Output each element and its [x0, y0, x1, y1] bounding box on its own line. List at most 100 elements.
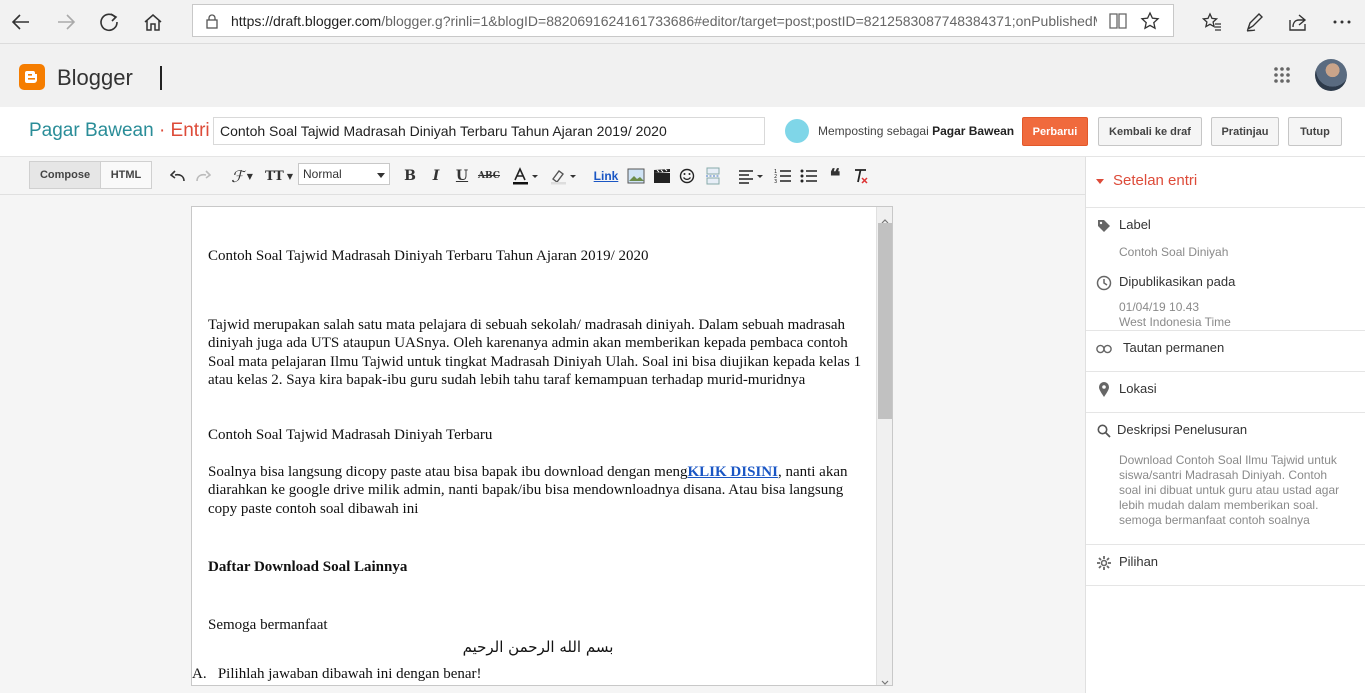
post-title-bar: Pagar Bawean · Entri Memposting sebagai … — [0, 107, 1365, 157]
svg-text:3: 3 — [774, 179, 777, 184]
user-avatar[interactable] — [1315, 59, 1347, 91]
share-icon[interactable] — [1284, 8, 1312, 36]
strikethrough-icon[interactable]: ABC — [478, 166, 500, 186]
compose-mode-button[interactable]: Compose — [29, 161, 101, 189]
location-section[interactable]: Lokasi — [1086, 371, 1365, 411]
search-description-section[interactable]: Deskripsi Penelusuran Download Contoh So… — [1086, 412, 1365, 544]
favorite-star-icon[interactable] — [1140, 11, 1160, 36]
forward-icon[interactable] — [52, 8, 80, 36]
download-link[interactable]: KLIK DISINI — [687, 464, 777, 480]
collapse-triangle-icon — [1096, 178, 1104, 184]
text-color-icon[interactable] — [510, 166, 542, 186]
underline-icon[interactable]: U — [454, 166, 470, 186]
insert-jump-break-icon[interactable] — [704, 166, 722, 186]
label-value: Contoh Soal Diniyah — [1119, 245, 1229, 259]
label-section[interactable]: Label Contoh Soal Diniyah — [1086, 207, 1365, 271]
published-date: 01/04/19 10.43 — [1119, 300, 1200, 314]
blog-breadcrumb: Pagar Bawean · Entri — [29, 120, 210, 142]
post-heading-paragraph: Contoh Soal Tajwid Madrasah Diniyah Terb… — [208, 248, 649, 264]
apps-grid-icon[interactable] — [1273, 66, 1291, 89]
paragraph-format-select[interactable]: Normal — [298, 163, 390, 185]
emoji-icon[interactable] — [678, 166, 696, 186]
scroll-down-icon[interactable] — [881, 673, 889, 685]
blog-name-link[interactable]: Pagar Bawean — [29, 120, 154, 141]
instruction-paragraph: A. Pilihlah jawaban dibawah ini dengan b… — [192, 666, 482, 682]
pen-icon[interactable] — [1241, 8, 1269, 36]
insert-link-button[interactable]: Link — [592, 166, 620, 186]
options-section[interactable]: Pilihan — [1086, 544, 1365, 585]
font-size-icon[interactable]: TT ▼ — [263, 166, 295, 186]
link-icon — [1096, 341, 1112, 357]
quote-icon[interactable]: ❝ — [826, 164, 844, 188]
published-section[interactable]: Dipublikasikan pada 01/04/19 10.43 West … — [1086, 265, 1365, 331]
preview-button[interactable]: Pratinjau — [1211, 117, 1279, 146]
home-icon[interactable] — [139, 8, 167, 36]
numbered-list-icon[interactable]: 123 — [774, 166, 792, 186]
poster-avatar-icon — [785, 119, 809, 143]
post-settings-sidebar: Setelan entri Label Contoh Soal Diniyah … — [1085, 157, 1365, 693]
header-divider — [160, 66, 162, 90]
update-button[interactable]: Perbarui — [1022, 117, 1088, 146]
options-title: Pilihan — [1119, 554, 1159, 569]
undo-icon[interactable] — [169, 166, 187, 186]
insert-image-icon[interactable] — [626, 166, 646, 186]
html-mode-button[interactable]: HTML — [100, 161, 152, 189]
search-description-title: Deskripsi Penelusuran — [1117, 422, 1248, 437]
editor-toolbar: Compose HTML ℱ ▼ TT ▼ Normal B I U ABC Lin… — [0, 157, 1085, 195]
intro-paragraph: Tajwid merupakan salah satu mata pelajar… — [208, 317, 862, 389]
redo-icon[interactable] — [194, 166, 212, 186]
lock-icon — [205, 13, 219, 34]
bold-icon[interactable]: B — [402, 166, 418, 186]
more-icon[interactable] — [1328, 8, 1356, 36]
blogger-logo-icon[interactable] — [19, 64, 45, 90]
clear-formatting-icon[interactable] — [852, 166, 870, 186]
app-header: Blogger — [0, 44, 1365, 107]
address-bar[interactable]: https://draft.blogger.com/blogger.g?rinl… — [192, 4, 1174, 37]
brand-name[interactable]: Blogger — [57, 65, 133, 91]
location-title: Lokasi — [1119, 381, 1157, 396]
list-marker: A. — [192, 666, 207, 682]
permalink-section[interactable]: Tautan permanen — [1086, 330, 1365, 368]
breadcrumb-separator: · — [158, 120, 166, 141]
post-settings-header[interactable]: Setelan entri — [1096, 172, 1197, 189]
search-icon — [1096, 423, 1112, 439]
clock-icon — [1096, 275, 1112, 291]
url-text: https://draft.blogger.com/blogger.g?rinl… — [231, 13, 1097, 29]
browser-toolbar: https://draft.blogger.com/blogger.g?rinl… — [0, 0, 1365, 44]
permalink-title: Tautan permanen — [1123, 340, 1225, 355]
chevron-down-icon — [377, 173, 385, 178]
location-pin-icon — [1096, 382, 1112, 398]
label-title: Label — [1119, 217, 1151, 232]
italic-icon[interactable]: I — [428, 166, 444, 186]
other-downloads-heading: Daftar Download Soal Lainnya — [208, 559, 408, 575]
breadcrumb-section: Entri — [170, 120, 210, 141]
subheading-paragraph: Contoh Soal Tajwid Madrasah Diniyah Terb… — [208, 427, 493, 443]
posting-as-name: Pagar Bawean — [932, 124, 1015, 138]
published-timezone: West Indonesia Time — [1119, 315, 1231, 329]
insert-video-icon[interactable] — [652, 166, 672, 186]
back-to-draft-button[interactable]: Kembali ke draf — [1098, 117, 1202, 146]
paragraph-format-value: Normal — [303, 167, 342, 181]
basmalah-text: بسم الله الرحمن الرحيم — [462, 638, 614, 656]
align-icon[interactable] — [737, 166, 767, 186]
search-description-value: Download Contoh Soal Ilmu Tajwid untuk s… — [1119, 453, 1340, 527]
reading-view-icon[interactable] — [1108, 12, 1128, 35]
post-body-editor[interactable]: Contoh Soal Tajwid Madrasah Diniyah Terb… — [191, 206, 893, 686]
favorites-list-icon[interactable] — [1198, 8, 1226, 36]
gear-icon — [1096, 555, 1112, 571]
posting-as-text: Memposting sebagai Pagar Bawean — [818, 124, 1015, 138]
back-icon[interactable] — [7, 8, 35, 36]
sidebar-divider — [1086, 585, 1365, 586]
tag-icon — [1096, 218, 1112, 234]
scroll-thumb[interactable] — [878, 223, 892, 419]
download-paragraph: Soalnya bisa langsung dicopy paste atau … — [208, 464, 848, 517]
highlight-color-icon[interactable] — [549, 166, 579, 186]
font-family-icon[interactable]: ℱ ▼ — [227, 166, 257, 186]
published-title: Dipublikasikan pada — [1119, 274, 1236, 289]
bulleted-list-icon[interactable] — [800, 166, 818, 186]
editor-scrollbar[interactable] — [876, 207, 892, 685]
refresh-icon[interactable] — [95, 8, 123, 36]
post-title-input[interactable] — [213, 117, 765, 145]
closing-paragraph: Semoga bermanfaat — [208, 617, 328, 633]
close-button[interactable]: Tutup — [1288, 117, 1342, 146]
